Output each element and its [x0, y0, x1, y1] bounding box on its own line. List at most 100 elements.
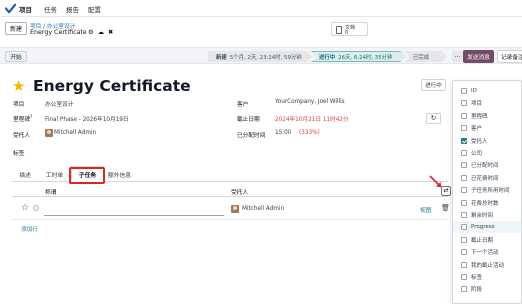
- column-option[interactable]: 已花费时间: [453, 172, 521, 184]
- status-dot[interactable]: [33, 205, 39, 211]
- tags-label: 标签: [13, 151, 25, 157]
- assignee-avatar: [231, 205, 239, 213]
- column-option[interactable]: 阶段: [453, 283, 521, 295]
- stage-name: 进行中: [319, 54, 336, 61]
- column-option-label: 剩余时间: [471, 213, 494, 219]
- column-option[interactable]: 花费总时数: [453, 197, 521, 209]
- priority-star-icon[interactable]: ★: [12, 79, 25, 94]
- column-option[interactable]: 公司: [453, 147, 521, 159]
- stage-duration: 26天, 6:24时, 35分钟: [338, 54, 393, 61]
- column-option[interactable]: 项目: [453, 97, 521, 109]
- log-note-button[interactable]: 记录备注: [497, 50, 522, 63]
- discard-icon[interactable]: ✖: [108, 29, 113, 36]
- new-button[interactable]: 新建: [5, 22, 27, 35]
- milestone-label-text: 里程碑: [13, 117, 31, 123]
- column-header-name[interactable]: 称谓: [45, 187, 56, 196]
- more-stages-button[interactable]: ...: [452, 51, 463, 62]
- add-line-link[interactable]: 添加行: [21, 224, 38, 233]
- row-assignee[interactable]: Mitchell Admin: [242, 206, 284, 212]
- column-checkbox[interactable]: [461, 212, 467, 218]
- column-checkbox[interactable]: [461, 224, 467, 231]
- column-checkbox[interactable]: [461, 199, 467, 206]
- optional-columns-menu: ID 项目里程碑客户受托人公司已分配时间已花费时间子任务所用时间 花费总时数剩余时间…: [452, 80, 522, 304]
- column-option[interactable]: 客户: [453, 122, 521, 134]
- trash-icon[interactable]: 🗑: [441, 204, 450, 212]
- column-option[interactable]: 下一个活动: [453, 246, 521, 258]
- stage-done[interactable]: 已完成: [405, 51, 447, 62]
- column-option[interactable]: Progress: [453, 221, 521, 234]
- subtasks-table-header: [12, 183, 448, 197]
- column-checkbox[interactable]: [461, 249, 467, 256]
- milestone-label: 里程碑?: [13, 114, 32, 123]
- column-option[interactable]: 子任务所用时间: [453, 184, 521, 196]
- documents-button[interactable]: 文档 0: [331, 22, 368, 36]
- allocated-time-label: 已分配时间: [237, 133, 266, 139]
- optional-columns-toggle-icon[interactable]: ⇄: [441, 186, 451, 196]
- column-option[interactable]: 里程碑: [453, 110, 521, 122]
- column-checkbox[interactable]: [461, 187, 467, 194]
- star-icon[interactable]: ☆: [21, 203, 29, 213]
- column-option[interactable]: 剩余时间: [453, 209, 521, 221]
- start-button[interactable]: 开始: [5, 51, 27, 62]
- column-option-label: 客户: [471, 126, 483, 133]
- tab-extra-info[interactable]: 额外信息: [104, 166, 135, 182]
- gear-icon[interactable]: ⚙: [88, 29, 94, 36]
- stage-in-progress[interactable]: 进行中 26天, 6:24时, 35分钟: [311, 51, 407, 62]
- stage-name: 已完成: [413, 54, 430, 61]
- view-link[interactable]: 视图: [420, 205, 431, 214]
- nav-item-project[interactable]: 项目: [19, 4, 32, 14]
- stage-new[interactable]: 新建 5个月, 2天, 23:24时, 59分钟: [208, 51, 313, 62]
- column-option[interactable]: 已分配时间: [453, 159, 521, 171]
- column-option-label: 受托人: [471, 138, 488, 145]
- column-option-label: 我的截止活动: [471, 262, 505, 269]
- refresh-icon[interactable]: ↻: [426, 113, 441, 124]
- column-checkbox[interactable]: [461, 112, 467, 119]
- deadline-field[interactable]: 2024年10月21日 11时42分: [275, 114, 349, 123]
- column-option-label: 已分配时间: [471, 163, 499, 170]
- column-checkbox[interactable]: [461, 236, 467, 243]
- column-option-label: 公司: [471, 151, 483, 157]
- tab-description[interactable]: 描述: [12, 166, 38, 182]
- column-option[interactable]: ID: [453, 85, 521, 97]
- assignee-field[interactable]: Mitchell Admin: [54, 130, 96, 136]
- milestone-field[interactable]: Final Phase - 2026年10月19日: [45, 114, 129, 123]
- top-navbar: 项目 任务 报告 配置: [0, 0, 522, 17]
- subtask-name-input[interactable]: [44, 206, 224, 216]
- column-checkbox[interactable]: [461, 150, 467, 156]
- column-checkbox[interactable]: [461, 137, 467, 144]
- task-title[interactable]: Energy Certificate: [33, 77, 191, 95]
- state-button[interactable]: 进行中: [421, 79, 446, 91]
- column-checkbox[interactable]: [461, 274, 467, 280]
- nav-item-config[interactable]: 配置: [88, 4, 101, 14]
- column-option[interactable]: 受托人: [453, 135, 521, 147]
- tab-timesheet[interactable]: 工时单: [39, 166, 70, 182]
- customer-field[interactable]: YourCompany, Joel Willis: [275, 99, 345, 105]
- column-option[interactable]: 截止日期: [453, 234, 521, 246]
- column-checkbox[interactable]: [461, 174, 467, 181]
- allocated-time-field[interactable]: 15:00: [275, 130, 291, 136]
- app-logo-icon[interactable]: [5, 3, 16, 14]
- column-option-label: 里程碑: [471, 113, 488, 120]
- status-bar: 开始 新建 5个月, 2天, 23:24时, 59分钟 进行中 26天, 6:2…: [0, 47, 522, 64]
- upload-icon[interactable]: ☁: [98, 29, 104, 36]
- project-field[interactable]: 办公室设计: [45, 99, 73, 108]
- send-message-button[interactable]: 发送消息: [463, 50, 494, 63]
- column-option[interactable]: 我的截止活动: [453, 259, 521, 271]
- nav-item-reports[interactable]: 报告: [66, 4, 79, 14]
- column-checkbox[interactable]: [461, 100, 467, 107]
- column-checkbox[interactable]: [461, 162, 467, 169]
- nav-item-tasks[interactable]: 任务: [44, 4, 57, 14]
- column-header-assignee[interactable]: 受托人: [231, 187, 248, 196]
- column-checkbox[interactable]: [461, 286, 467, 293]
- assignee-label: 受托人: [13, 133, 31, 139]
- column-checkbox[interactable]: [461, 125, 467, 132]
- column-checkbox[interactable]: [461, 261, 467, 268]
- help-icon[interactable]: ?: [30, 114, 32, 119]
- project-label: 项目: [13, 102, 25, 108]
- column-option-label: 已花费时间: [471, 175, 499, 182]
- column-option[interactable]: 标签: [453, 271, 521, 283]
- customer-label: 客户: [237, 102, 249, 108]
- column-checkbox[interactable]: [461, 88, 467, 94]
- allocated-time-percent: (333%): [299, 130, 320, 136]
- column-option-label: 项目: [471, 101, 483, 108]
